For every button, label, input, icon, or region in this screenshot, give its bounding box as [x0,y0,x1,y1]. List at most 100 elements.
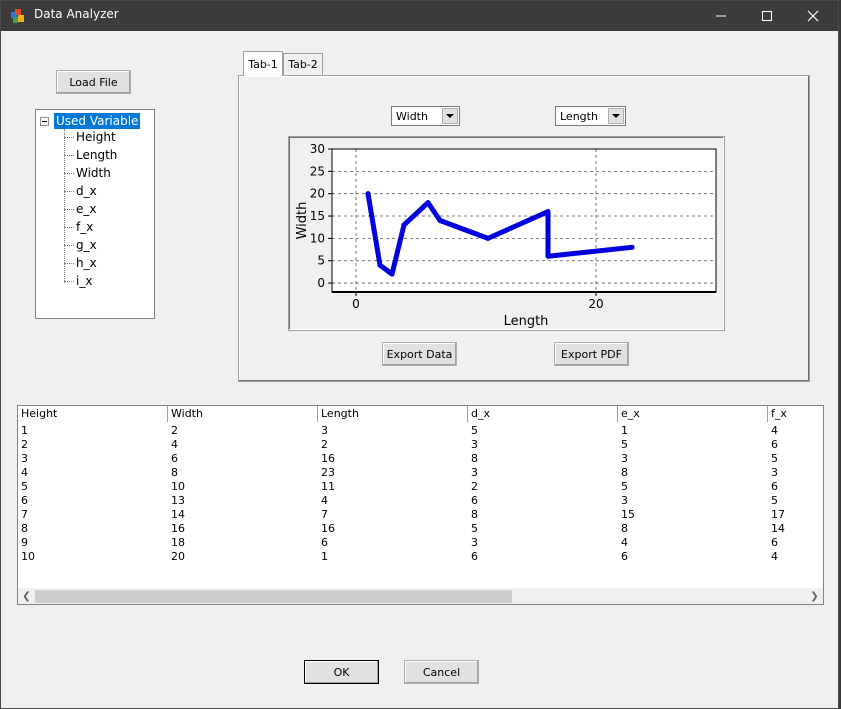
x-variable-value: Length [560,110,598,123]
chevron-down-icon[interactable] [608,108,624,124]
data-point [401,222,407,228]
column-header[interactable]: e_x [618,406,768,422]
close-icon [807,10,819,22]
y-tick-label: 20 [310,187,325,201]
y-tick-label: 15 [310,209,325,223]
chevron-down-icon[interactable] [442,108,458,124]
table-cell: 14 [771,522,785,535]
y-variable-value: Width [396,110,428,123]
table-cell: 3 [771,466,778,479]
data-point [545,253,551,259]
collapse-icon[interactable] [40,117,49,126]
maximize-button[interactable] [744,1,790,31]
column-header[interactable]: Width [168,406,318,422]
title-bar[interactable]: Data Analyzer [1,1,838,31]
table-cell: 15 [621,508,635,521]
table-cell: 2 [471,480,478,493]
app-icon [11,9,24,23]
export-pdf-button[interactable]: Export PDF [554,342,629,366]
table-cell: 7 [321,508,328,521]
data-point [389,271,395,277]
table-cell: 4 [21,466,28,479]
table-cell: 14 [171,508,185,521]
column-header[interactable]: Height [18,406,168,422]
data-point [377,262,383,268]
minimize-button[interactable] [698,1,744,31]
data-point [629,244,635,250]
table-cell: 8 [621,522,628,535]
table-cell: 8 [471,508,478,521]
x-tick-label: 20 [588,297,603,311]
data-point [485,235,491,241]
tree-item-label: i_x [76,274,93,288]
table-cell: 3 [471,438,478,451]
horizontal-scrollbar[interactable]: ❮ ❯ [18,588,823,604]
table-cell: 1 [21,424,28,437]
table-cell: 3 [321,424,328,437]
table-cell: 3 [21,452,28,465]
column-header[interactable]: Length [318,406,468,422]
column-header[interactable]: d_x [468,406,618,422]
table-cell: 6 [771,480,778,493]
app-window: Data Analyzer Load File Used Variable He… [0,0,839,709]
cancel-button[interactable]: Cancel [404,660,479,684]
table-cell: 5 [771,452,778,465]
data-point [425,200,431,206]
table-cell: 6 [321,536,328,549]
y-variable-select[interactable]: Width [391,106,460,126]
y-tick-label: 0 [317,276,325,290]
tree-item-label: d_x [76,184,97,198]
table-cell: 8 [471,452,478,465]
export-data-button[interactable]: Export Data [382,342,457,366]
table-cell: 6 [471,494,478,507]
data-table[interactable]: Height Width Length d_x e_x f_x 1235142423563… [17,405,824,605]
table-cell: 2 [171,424,178,437]
table-cell: 6 [771,438,778,451]
table-cell: 16 [171,522,185,535]
tab-1[interactable]: Tab-1 [243,51,283,76]
table-cell: 6 [621,550,628,563]
close-button[interactable] [790,1,836,31]
table-cell: 11 [321,480,335,493]
table-cell: 8 [21,522,28,535]
table-cell: 10 [21,550,35,563]
table-cell: 3 [621,494,628,507]
line-chart: 0 5 10 15 20 25 30 0 20 Length Width [295,142,717,329]
table-cell: 1 [621,424,628,437]
table-cell: 7 [21,508,28,521]
table-cell: 13 [171,494,185,507]
table-cell: 4 [321,494,328,507]
tree-item-label: f_x [76,220,94,234]
tree-connector [64,129,65,283]
scrollbar-thumb[interactable] [35,590,512,603]
table-cell: 5 [471,522,478,535]
table-cell: 6 [771,536,778,549]
x-variable-select[interactable]: Length [555,106,626,126]
load-file-button[interactable]: Load File [56,70,131,94]
column-header[interactable]: f_x [768,406,823,422]
table-cell: 16 [321,452,335,465]
scroll-left-icon[interactable]: ❮ [18,590,35,603]
table-cell: 16 [321,522,335,535]
table-cell: 4 [171,438,178,451]
table-cell: 6 [171,452,178,465]
table-cell: 3 [621,452,628,465]
variable-tree[interactable]: Used Variable Height Length Width d_x e_… [35,109,155,319]
table-cell: 17 [771,508,785,521]
tree-item-label: h_x [76,256,97,270]
table-cell: 6 [471,550,478,563]
scroll-right-icon[interactable]: ❯ [806,590,823,603]
tree-item-label: Width [76,166,111,180]
ok-button[interactable]: OK [304,660,379,684]
y-tick-label: 25 [310,164,325,178]
tab-2[interactable]: Tab-2 [283,53,323,75]
table-cell: 23 [321,466,335,479]
tree-item-label: Length [76,148,118,162]
data-point [365,191,371,197]
table-cell: 6 [21,494,28,507]
chart-frame: 0 5 10 15 20 25 30 0 20 Length Width [288,136,725,331]
tree-item-label: Height [76,130,116,144]
table-cell: 8 [171,466,178,479]
minimize-icon [716,15,726,17]
y-tick-label: 30 [310,142,325,156]
